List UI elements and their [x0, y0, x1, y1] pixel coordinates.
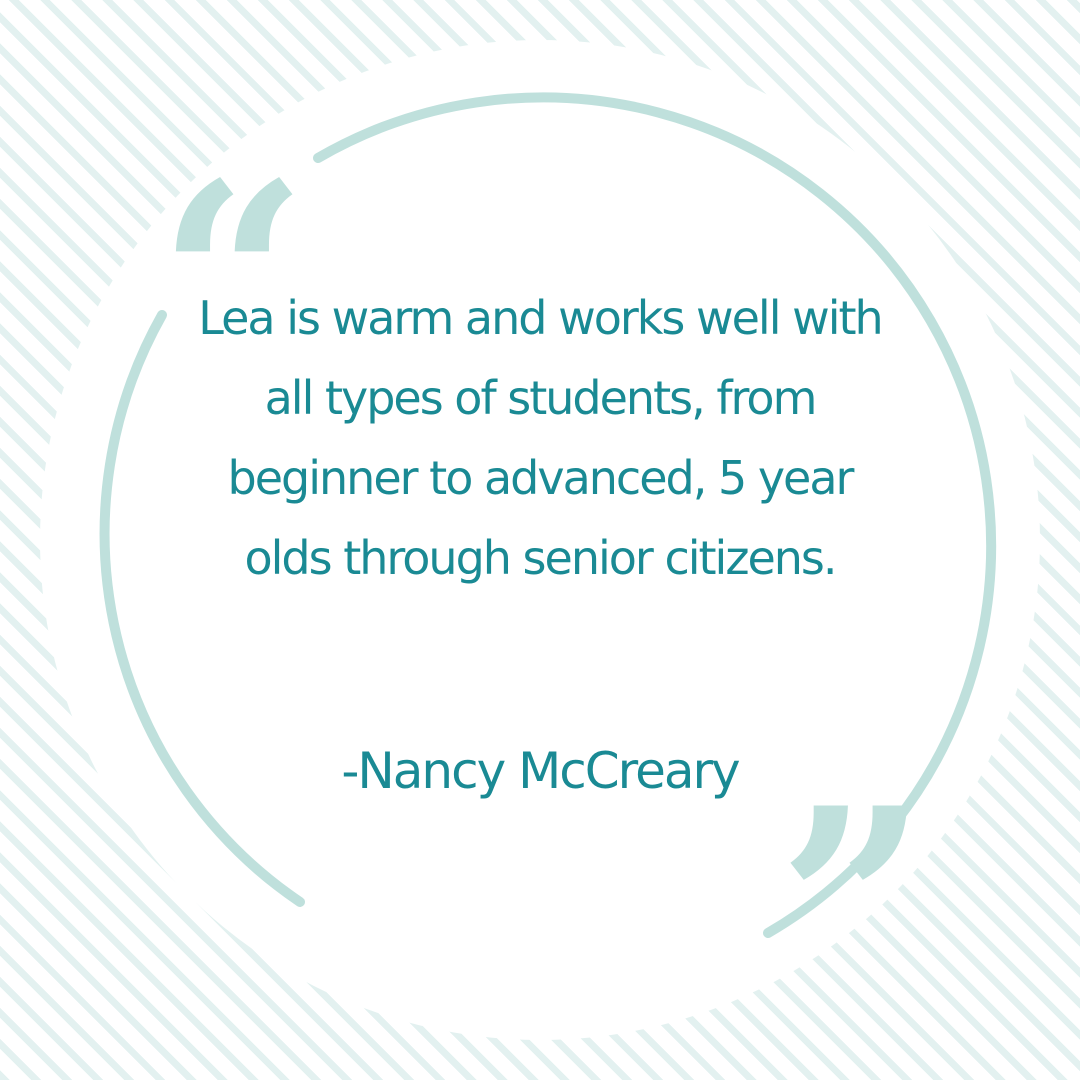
- quote-text: Lea is warm and works well with all type…: [198, 291, 883, 585]
- close-quote-icon: ”: [778, 752, 928, 1057]
- testimonial-card: “ Lea is warm and works well with all ty…: [0, 0, 1080, 1080]
